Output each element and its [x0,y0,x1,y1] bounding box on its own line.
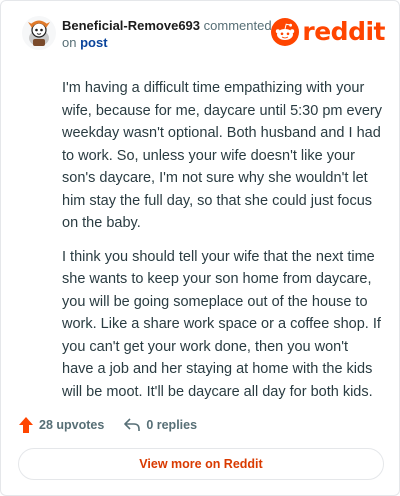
upvote-arrow-icon [19,417,33,433]
comment-paragraph: I'm having a difficult time empathizing … [62,80,382,231]
reply-icon [124,418,141,431]
comment-body: I'm having a difficult time empathizing … [62,77,382,414]
comment-actions: 28 upvotes 0 replies [19,415,197,435]
embedded-comment-card: Beneficial-Remove693 commented on post r… [0,0,400,496]
post-link[interactable]: post [80,35,107,50]
on-label: on [62,35,77,50]
reddit-logo[interactable]: reddit [271,17,385,47]
comment-header: Beneficial-Remove693 commented on post r… [21,15,385,55]
upvote-action[interactable]: 28 upvotes [19,417,104,433]
avatar[interactable] [21,15,57,51]
reddit-logo-icon [271,18,300,46]
replies-action[interactable]: 0 replies [124,418,197,432]
reply-count: 0 replies [146,418,198,432]
username[interactable]: Beneficial-Remove693 [62,18,200,33]
upvote-count: 28 upvotes [39,418,105,432]
view-more-button[interactable]: View more on Reddit [18,448,384,480]
comment-meta: Beneficial-Remove693 commented on post [62,17,272,51]
reddit-wordmark: reddit [302,17,385,46]
commented-label: commented [203,18,272,33]
comment-paragraph: I think you should tell your wife that t… [62,248,381,400]
